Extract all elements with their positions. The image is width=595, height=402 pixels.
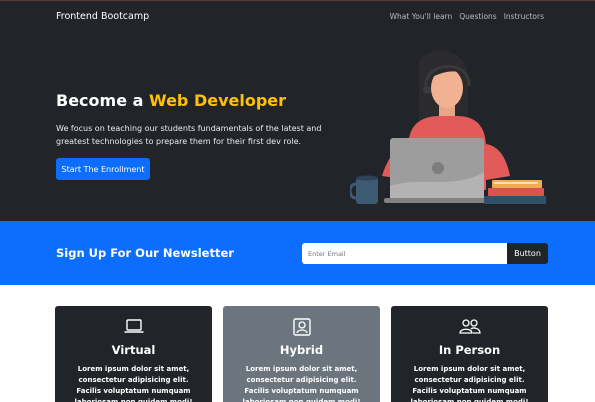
card-text: Lorem ipsum dolor sit amet, consectetur … xyxy=(242,365,361,402)
hero-title: Become a Web Developer xyxy=(56,91,286,110)
newsletter-title: Sign Up For Our Newsletter xyxy=(56,246,234,260)
newsletter-submit-button[interactable]: Button xyxy=(507,243,548,264)
developer-illustration xyxy=(350,50,546,204)
nav-link-what-youll-learn[interactable]: What You'll learn xyxy=(390,12,453,21)
mug-handle xyxy=(350,182,357,200)
email-input[interactable] xyxy=(302,243,508,264)
right-arm xyxy=(486,144,510,180)
hero-title-plain: Become a xyxy=(56,91,149,110)
card-title: Virtual xyxy=(111,343,156,357)
card-title: In Person xyxy=(438,343,501,357)
person-badge-icon xyxy=(292,318,311,336)
card-text: Lorem ipsum dolor sit amet, consectetur … xyxy=(74,365,193,402)
hero-description: We focus on teaching our students fundam… xyxy=(56,124,322,146)
newsletter-section: Sign Up For Our Newsletter Button xyxy=(0,221,595,285)
laptop-icon xyxy=(123,319,144,333)
book-page-line xyxy=(494,182,538,184)
mug-body xyxy=(356,178,378,204)
nav-links: What You'll learn Questions Instructors xyxy=(390,12,544,21)
headphone-ear xyxy=(423,86,431,94)
brand-link[interactable]: Frontend Bootcamp xyxy=(56,11,149,22)
card-virtual: Virtual Lorem ipsum dolor sit amet, cons… xyxy=(55,306,212,402)
book-bottom xyxy=(484,196,546,204)
hero-title-accent: Web Developer xyxy=(148,91,287,110)
start-enrollment-button[interactable]: Start The Enrollment xyxy=(56,158,150,180)
laptop-base xyxy=(384,198,490,203)
card-title: Hybrid xyxy=(279,343,324,357)
nav-link-instructors[interactable]: Instructors xyxy=(504,12,544,21)
card-text: Lorem ipsum dolor sit amet, consectetur … xyxy=(410,365,529,402)
nav-link-questions[interactable]: Questions xyxy=(459,12,496,21)
mug-top xyxy=(356,175,378,181)
card-hybrid: Hybrid Lorem ipsum dolor sit amet, conse… xyxy=(223,306,380,402)
laptop-logo xyxy=(432,162,444,174)
book-middle xyxy=(488,188,544,196)
navbar: Frontend Bootcamp What You'll learn Ques… xyxy=(0,1,595,34)
card-in-person: In Person Lorem ipsum dolor sit amet, co… xyxy=(391,306,548,402)
people-icon xyxy=(458,319,481,334)
hero-section: Become a Web Developer We focus on teach… xyxy=(0,34,595,221)
